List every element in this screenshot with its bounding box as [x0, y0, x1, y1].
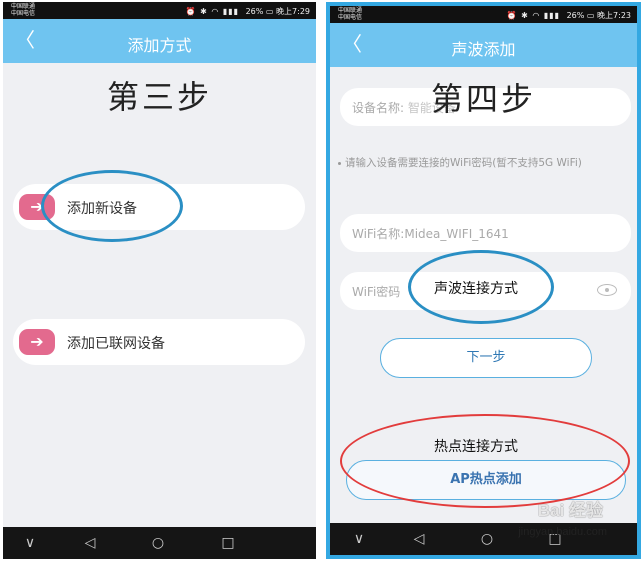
- status-right: ⏰ ✱ ◠ ▮▮▮ 26% ▭ 晚上7:29: [186, 6, 310, 17]
- right-phone-screen: 中国联通 中国电信 ⏰ ✱ ◠ ▮▮▮ 26% ▭ 晚上7:23 〈 声波添加 …: [326, 2, 641, 559]
- carrier-info: 中国联通 中国电信: [338, 7, 362, 21]
- status-bar: 中国联通 中国电信 ⏰ ✱ ◠ ▮▮▮ 26% ▭ 晚上7:29: [3, 2, 316, 19]
- annotation-ellipse-blue: [41, 170, 183, 242]
- sonic-connection-label: 声波连接方式: [434, 281, 518, 297]
- status-bar: 中国联通 中国电信 ⏰ ✱ ◠ ▮▮▮ 26% ▭ 晚上7:23: [330, 6, 637, 23]
- chevron-down-icon[interactable]: ∨: [21, 534, 39, 552]
- nav-bar: 〈 添加方式: [3, 19, 316, 63]
- bullet-dot: [338, 161, 341, 165]
- clock: 晚上7:29: [276, 7, 310, 16]
- add-connected-device-label: 添加已联网设备: [67, 336, 165, 352]
- clock: 晚上7:23: [597, 11, 631, 20]
- add-connected-device-item[interactable]: ➔ 添加已联网设备: [13, 319, 305, 365]
- page-title: 声波添加: [451, 40, 516, 59]
- battery-level: 26%: [245, 7, 264, 16]
- battery-level: 26%: [566, 11, 585, 20]
- carrier-info: 中国联通 中国电信: [11, 3, 35, 17]
- eye-icon[interactable]: [597, 284, 617, 296]
- back-triangle-icon[interactable]: ◁: [81, 534, 99, 552]
- carrier-2: 中国电信: [11, 10, 36, 17]
- back-triangle-icon[interactable]: ◁: [410, 530, 428, 548]
- step-title: 第三步: [106, 78, 212, 116]
- status-right: ⏰ ✱ ◠ ▮▮▮ 26% ▭ 晚上7:23: [507, 10, 631, 21]
- status-icons: ⏰ ✱ ◠ ▮▮▮: [506, 11, 561, 20]
- hint-text: 请输入设备需要连接的WiFi密码(暂不支持5G WiFi): [345, 157, 582, 169]
- recent-square-icon[interactable]: □: [219, 534, 237, 552]
- carrier-1: 中国联通: [338, 7, 363, 14]
- baidu-watermark-logo: Bai 经验: [537, 501, 603, 520]
- carrier-2: 中国电信: [338, 14, 363, 21]
- wifi-password-label: WiFi密码: [352, 285, 401, 299]
- arrow-right-icon: ➔: [19, 329, 55, 355]
- carrier-1: 中国联通: [11, 3, 36, 10]
- home-circle-icon[interactable]: ○: [149, 534, 167, 552]
- nav-bar: 〈 声波添加: [330, 23, 637, 67]
- system-nav-bar: ∨ ◁ ○ □: [3, 527, 316, 559]
- status-icons: ⏰ ✱ ◠ ▮▮▮: [185, 7, 240, 16]
- baidu-watermark-url: jingyan.baidu.com: [518, 526, 607, 538]
- chevron-down-icon[interactable]: ∨: [350, 530, 368, 548]
- next-step-button[interactable]: 下一步: [380, 338, 592, 378]
- step-title: 第四步: [430, 80, 536, 118]
- wifi-password-hint: 请输入设备需要连接的WiFi密码(暂不支持5G WiFi): [338, 156, 631, 171]
- home-circle-icon[interactable]: ○: [478, 530, 496, 548]
- annotation-ellipse-red: [340, 414, 630, 508]
- wifi-name-label: WiFi名称:Midea_WIFI_1641: [352, 227, 509, 241]
- battery-icon: ▭: [586, 11, 595, 20]
- battery-icon: ▭: [265, 7, 274, 16]
- wifi-name-field[interactable]: WiFi名称:Midea_WIFI_1641: [340, 214, 631, 252]
- hotspot-connection-label: 热点连接方式: [434, 439, 518, 455]
- left-phone-screen: 中国联通 中国电信 ⏰ ✱ ◠ ▮▮▮ 26% ▭ 晚上7:29 〈 添加方式 …: [3, 2, 316, 559]
- page-title: 添加方式: [127, 36, 192, 55]
